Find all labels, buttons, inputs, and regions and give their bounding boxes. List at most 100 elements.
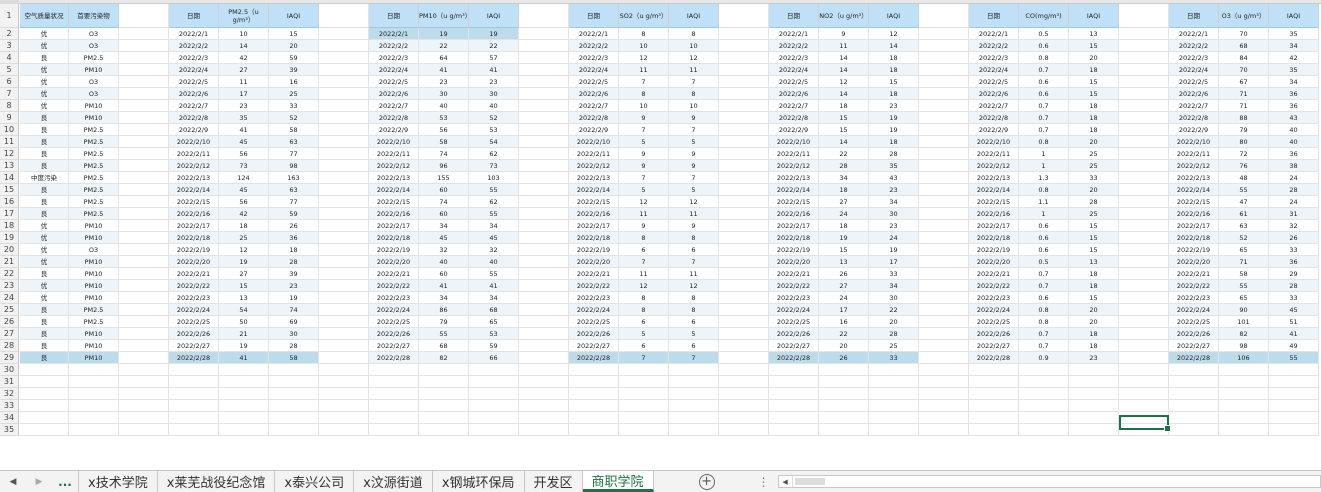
grid-cell[interactable]: 2022/2/6 <box>969 88 1019 100</box>
grid-cell[interactable] <box>919 184 969 196</box>
grid-cell[interactable]: 33 <box>869 268 919 280</box>
grid-cell[interactable] <box>1269 376 1319 388</box>
row-number[interactable]: 35 <box>0 424 19 436</box>
grid-cell[interactable]: 49 <box>1269 340 1319 352</box>
grid-cell[interactable]: 2022/2/26 <box>569 328 619 340</box>
row-number[interactable]: 27 <box>0 328 19 340</box>
grid-cell[interactable] <box>819 376 869 388</box>
grid-cell[interactable] <box>319 388 369 400</box>
grid-cell[interactable] <box>969 364 1019 376</box>
grid-cell[interactable] <box>869 424 919 436</box>
grid-cell[interactable] <box>919 400 969 412</box>
grid-cell[interactable]: 41 <box>419 280 469 292</box>
grid-cell[interactable] <box>1119 388 1169 400</box>
grid-cell[interactable] <box>869 400 919 412</box>
grid-cell[interactable] <box>69 364 119 376</box>
grid-cell[interactable] <box>1119 160 1169 172</box>
grid-cell[interactable]: 56 <box>419 124 469 136</box>
grid-cell[interactable]: 18 <box>1069 124 1119 136</box>
grid-cell[interactable] <box>669 364 719 376</box>
grid-cell[interactable]: PM10 <box>69 280 119 292</box>
grid-cell[interactable]: 40 <box>469 100 519 112</box>
grid-cell[interactable]: 7 <box>619 352 669 364</box>
grid-cell[interactable]: 19 <box>869 244 919 256</box>
grid-cell[interactable]: 0.6 <box>1019 88 1069 100</box>
grid-cell[interactable]: 42 <box>1269 52 1319 64</box>
grid-cell[interactable]: 60 <box>419 208 469 220</box>
grid-cell[interactable]: 30 <box>419 88 469 100</box>
grid-cell[interactable]: 15 <box>1069 232 1119 244</box>
grid-cell[interactable]: 1.1 <box>1019 196 1069 208</box>
scroll-left-icon[interactable]: ◀ <box>779 476 793 487</box>
grid-cell[interactable]: 14 <box>819 136 869 148</box>
grid-cell[interactable]: 2022/2/23 <box>769 292 819 304</box>
grid-cell[interactable]: 23 <box>469 76 519 88</box>
grid-cell[interactable]: 2022/2/20 <box>1169 256 1219 268</box>
grid-cell[interactable] <box>319 316 369 328</box>
grid-cell[interactable]: 2022/2/11 <box>969 148 1019 160</box>
row-number[interactable]: 7 <box>0 88 19 100</box>
row-number[interactable]: 31 <box>0 376 19 388</box>
grid-cell[interactable] <box>269 364 319 376</box>
grid-cell[interactable] <box>719 136 769 148</box>
grid-cell[interactable]: 2022/2/4 <box>969 64 1019 76</box>
grid-cell[interactable] <box>119 160 169 172</box>
grid-cell[interactable]: 58 <box>419 136 469 148</box>
grid-cell[interactable]: 71 <box>1219 256 1269 268</box>
grid-cell[interactable]: 27 <box>219 64 269 76</box>
grid-cell[interactable]: 2022/2/2 <box>1169 40 1219 52</box>
grid-cell[interactable]: 2022/2/10 <box>369 136 419 148</box>
grid-cell[interactable]: 6 <box>669 244 719 256</box>
grid-cell[interactable]: 7 <box>619 172 669 184</box>
column-header-cell[interactable]: 日期 <box>969 4 1019 28</box>
grid-cell[interactable]: 2022/2/21 <box>769 268 819 280</box>
more-options-icon[interactable]: ⋮ <box>754 471 774 492</box>
grid-cell[interactable]: 13 <box>1069 28 1119 40</box>
grid-cell[interactable] <box>119 412 169 424</box>
grid-cell[interactable]: 2022/2/9 <box>1169 124 1219 136</box>
grid-cell[interactable]: 56 <box>219 196 269 208</box>
grid-cell[interactable] <box>919 412 969 424</box>
grid-cell[interactable]: 18 <box>869 52 919 64</box>
grid-cell[interactable] <box>269 400 319 412</box>
grid-cell[interactable]: 19 <box>269 292 319 304</box>
grid-cell[interactable] <box>769 424 819 436</box>
grid-cell[interactable]: 2022/2/8 <box>569 112 619 124</box>
grid-cell[interactable]: 2022/2/17 <box>169 220 219 232</box>
column-header-cell[interactable]: NO2（u g/m³） <box>819 4 869 28</box>
grid-cell[interactable]: PM2.5 <box>69 148 119 160</box>
grid-cell[interactable]: 61 <box>1219 208 1269 220</box>
grid-cell[interactable]: 2022/2/10 <box>969 136 1019 148</box>
grid-cell[interactable] <box>119 364 169 376</box>
grid-cell[interactable]: 2022/2/24 <box>369 304 419 316</box>
grid-cell[interactable]: 良 <box>20 268 69 280</box>
grid-cell[interactable]: 2022/2/14 <box>969 184 1019 196</box>
grid-cell[interactable]: 30 <box>469 88 519 100</box>
column-header-cell[interactable]: 首要污染物 <box>69 4 119 28</box>
grid-cell[interactable]: 15 <box>1069 292 1119 304</box>
grid-cell[interactable] <box>119 424 169 436</box>
grid-cell[interactable]: 2022/2/25 <box>369 316 419 328</box>
grid-cell[interactable] <box>469 412 519 424</box>
grid-cell[interactable]: 36 <box>269 232 319 244</box>
grid-cell[interactable] <box>719 256 769 268</box>
grid-cell[interactable]: 43 <box>1269 112 1319 124</box>
grid-cell[interactable]: 23 <box>219 100 269 112</box>
grid-cell[interactable] <box>569 376 619 388</box>
grid-cell[interactable] <box>119 388 169 400</box>
grid-cell[interactable]: 20 <box>1069 52 1119 64</box>
grid-cell[interactable]: 2022/2/6 <box>169 88 219 100</box>
grid-cell[interactable]: 2022/2/6 <box>769 88 819 100</box>
grid-cell[interactable] <box>519 112 569 124</box>
grid-cell[interactable]: 优 <box>20 40 69 52</box>
grid-cell[interactable] <box>719 328 769 340</box>
grid-cell[interactable] <box>319 28 369 40</box>
grid-cell[interactable]: 82 <box>419 352 469 364</box>
grid-cell[interactable]: 6 <box>619 340 669 352</box>
row-number[interactable]: 26 <box>0 316 19 328</box>
grid-cell[interactable]: 98 <box>1219 340 1269 352</box>
grid-cell[interactable]: 18 <box>1069 340 1119 352</box>
grid-cell[interactable] <box>119 376 169 388</box>
grid-cell[interactable] <box>319 184 369 196</box>
grid-cell[interactable]: 2022/2/9 <box>969 124 1019 136</box>
